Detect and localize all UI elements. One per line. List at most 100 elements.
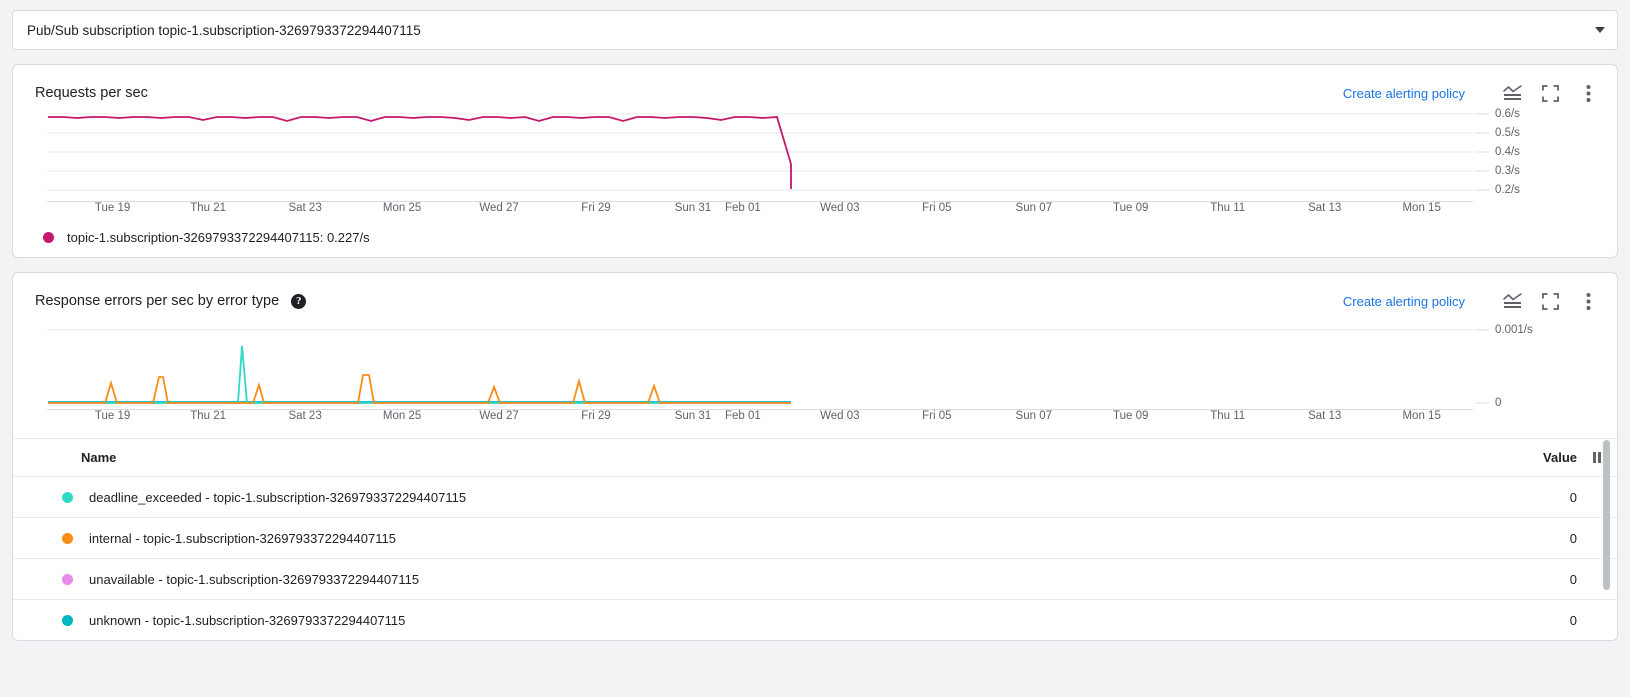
x-tick-label: Thu 21 <box>190 410 226 422</box>
x-tick-label: Fri 29 <box>581 410 610 422</box>
chart-card-header: Response errors per sec by error type ? … <box>13 273 1617 319</box>
x-tick-label: Sun 07 <box>1016 410 1052 422</box>
x-tick-label: Mon 15 <box>1402 410 1440 422</box>
x-tick-label: Sat 13 <box>1308 202 1341 214</box>
page-title: Requests per sec <box>35 85 148 101</box>
row-name-label: internal - topic-1.subscription-32697933… <box>89 531 396 546</box>
chart-plot-area-errors: 0.001/s 0 Tue 19 Thu 21 Sat 23 Mon 25 We… <box>13 319 1617 432</box>
requests-line-svg <box>13 111 1617 201</box>
chart-lines-icon[interactable] <box>1499 288 1525 314</box>
legend-table: Name Value deadline_exceeded - topic-1.s… <box>13 438 1617 640</box>
row-name-cell: internal - topic-1.subscription-32697933… <box>81 531 1503 546</box>
chart-card-response-errors: Response errors per sec by error type ? … <box>12 272 1618 641</box>
row-name-cell: unknown - topic-1.subscription-326979337… <box>81 613 1503 628</box>
column-header-name: Name <box>81 450 1503 465</box>
x-tick-label: Fri 29 <box>581 202 610 214</box>
x-tick-label: Sat 23 <box>288 410 321 422</box>
response-errors-plot <box>13 319 1617 409</box>
series-color-dot <box>62 533 73 544</box>
y-tick-label: 0.4/s <box>1495 146 1520 158</box>
x-tick-label: Mon 25 <box>383 410 421 422</box>
x-tick-label: Wed 27 <box>479 202 518 214</box>
x-tick-label: Tue 19 <box>95 410 130 422</box>
x-tick-label: Thu 11 <box>1210 410 1245 422</box>
row-name-cell: deadline_exceeded - topic-1.subscription… <box>81 490 1503 505</box>
page-title: Response errors per sec by error type <box>35 293 279 309</box>
series-line-requests <box>48 117 791 189</box>
series-color-dot <box>62 574 73 585</box>
chart-plot-area-requests: 0.6/s 0.5/s 0.4/s 0.3/s 0.2/s Tue 19 Thu… <box>13 111 1617 224</box>
y-tick-label: 0 <box>1495 397 1501 409</box>
errors-line-svg <box>13 319 1617 409</box>
row-name-cell: unavailable - topic-1.subscription-32697… <box>81 572 1503 587</box>
row-value-cell: 0 <box>1503 531 1583 546</box>
grid-lines <box>47 114 1473 190</box>
create-alerting-policy-link[interactable]: Create alerting policy <box>1343 294 1465 309</box>
chart-legend-requests: topic-1.subscription-3269793372294407115… <box>13 224 1617 257</box>
x-tick-label: Feb 01 <box>725 202 761 214</box>
y-tick-label: 0.6/s <box>1495 108 1520 120</box>
x-tick-label: Wed 03 <box>820 410 859 422</box>
x-axis-requests: Tue 19 Thu 21 Sat 23 Mon 25 Wed 27 Fri 2… <box>47 202 1473 224</box>
more-options-icon[interactable] <box>1575 288 1601 314</box>
table-row[interactable]: deadline_exceeded - topic-1.subscription… <box>13 476 1617 517</box>
table-header-row: Name Value <box>13 438 1617 476</box>
y-tick-label: 0.2/s <box>1495 184 1520 196</box>
x-tick-label: Tue 09 <box>1113 202 1148 214</box>
x-tick-label: Thu 11 <box>1210 202 1245 214</box>
table-scrollbar[interactable] <box>1603 440 1610 636</box>
table-row[interactable]: internal - topic-1.subscription-32697933… <box>13 517 1617 558</box>
row-value-cell: 0 <box>1503 490 1583 505</box>
row-name-label: deadline_exceeded - topic-1.subscription… <box>89 490 466 505</box>
x-tick-label: Mon 15 <box>1402 202 1440 214</box>
table-row[interactable]: unknown - topic-1.subscription-326979337… <box>13 599 1617 640</box>
dashboard-page: Pub/Sub subscription topic-1.subscriptio… <box>0 0 1630 697</box>
y-tick-marks <box>1475 114 1489 190</box>
row-name-label: unavailable - topic-1.subscription-32697… <box>89 572 419 587</box>
chart-card-header: Requests per sec Create alerting policy <box>13 65 1617 111</box>
x-axis-errors: Tue 19 Thu 21 Sat 23 Mon 25 Wed 27 Fri 2… <box>47 410 1473 432</box>
column-header-value: Value <box>1503 450 1583 465</box>
y-tick-label: 0.3/s <box>1495 165 1520 177</box>
table-scrollbar-thumb[interactable] <box>1603 440 1610 590</box>
fullscreen-icon[interactable] <box>1537 80 1563 106</box>
x-tick-label: Sun 31 <box>675 202 711 214</box>
columns-icon[interactable] <box>1583 452 1617 463</box>
series-line-internal <box>48 375 791 403</box>
table-row[interactable]: unavailable - topic-1.subscription-32697… <box>13 558 1617 599</box>
chart-lines-icon[interactable] <box>1499 80 1525 106</box>
chevron-down-icon[interactable] <box>1595 27 1605 33</box>
x-tick-label: Tue 09 <box>1113 410 1148 422</box>
x-tick-label: Thu 21 <box>190 202 226 214</box>
x-tick-label: Sat 23 <box>288 202 321 214</box>
help-icon[interactable]: ? <box>291 294 306 309</box>
resource-selector-label: Pub/Sub subscription topic-1.subscriptio… <box>27 23 1587 38</box>
row-value-cell: 0 <box>1503 572 1583 587</box>
series-line-deadline-exceeded <box>48 346 791 403</box>
x-tick-label: Tue 19 <box>95 202 130 214</box>
x-tick-label: Wed 27 <box>479 410 518 422</box>
y-tick-label: 0.5/s <box>1495 127 1520 139</box>
row-name-label: unknown - topic-1.subscription-326979337… <box>89 613 405 628</box>
x-tick-label: Mon 25 <box>383 202 421 214</box>
y-tick-label: 0.001/s <box>1495 324 1533 336</box>
requests-per-sec-plot <box>13 111 1617 201</box>
create-alerting-policy-link[interactable]: Create alerting policy <box>1343 86 1465 101</box>
x-tick-label: Sun 31 <box>675 410 711 422</box>
x-tick-label: Sat 13 <box>1308 410 1341 422</box>
more-options-icon[interactable] <box>1575 80 1601 106</box>
x-tick-label: Fri 05 <box>922 410 951 422</box>
chart-card-requests-per-sec: Requests per sec Create alerting policy <box>12 64 1618 258</box>
x-tick-label: Feb 01 <box>725 410 761 422</box>
series-color-dot <box>62 492 73 503</box>
fullscreen-icon[interactable] <box>1537 288 1563 314</box>
series-color-dot <box>62 615 73 626</box>
legend-item-label: topic-1.subscription-3269793372294407115… <box>67 230 370 245</box>
x-tick-label: Wed 03 <box>820 202 859 214</box>
y-tick-marks <box>1475 330 1489 403</box>
resource-selector[interactable]: Pub/Sub subscription topic-1.subscriptio… <box>12 10 1618 50</box>
x-tick-label: Sun 07 <box>1016 202 1052 214</box>
x-tick-label: Fri 05 <box>922 202 951 214</box>
row-value-cell: 0 <box>1503 613 1583 628</box>
legend-color-dot <box>43 232 54 243</box>
